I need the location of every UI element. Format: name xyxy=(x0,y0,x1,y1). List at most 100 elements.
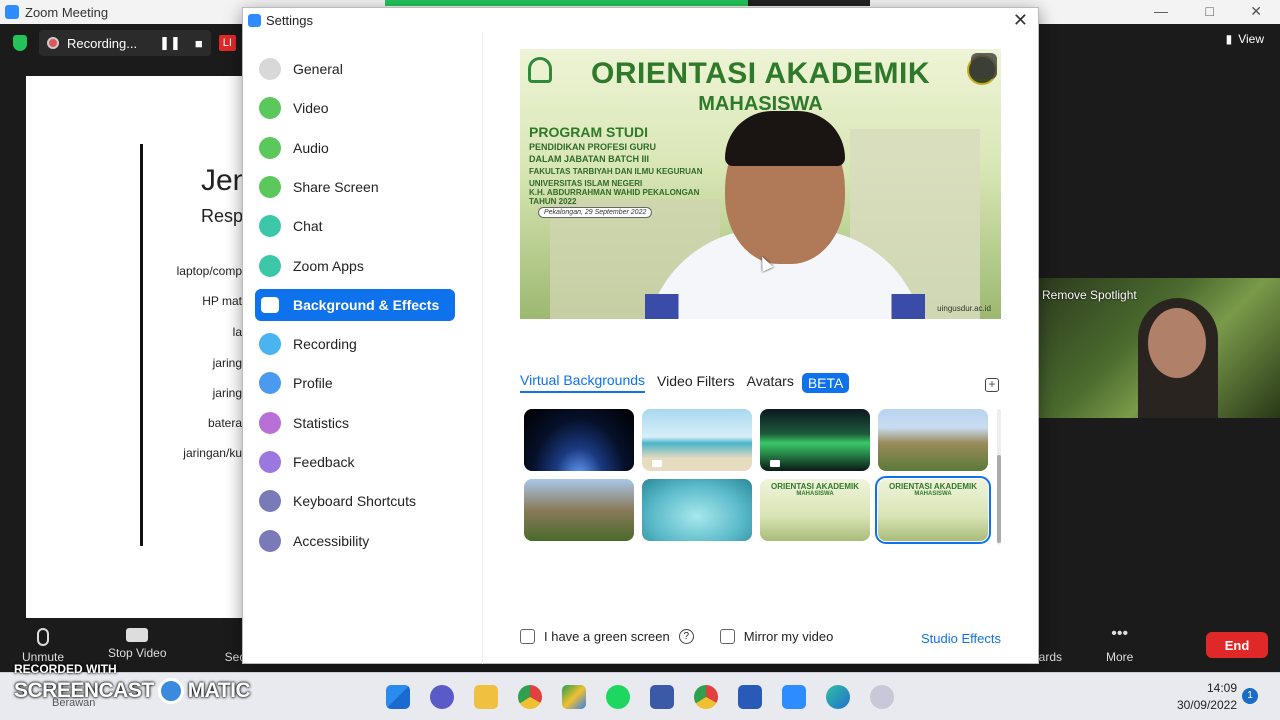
sidebar-item-label: Chat xyxy=(293,218,323,235)
sidebar-item-chat[interactable]: Chat xyxy=(255,210,455,242)
scrollbar-thumb[interactable] xyxy=(997,455,1001,543)
close-window-icon[interactable]: ✕ xyxy=(1250,3,1262,20)
keyboard-icon xyxy=(259,490,281,513)
share-indicator-bar xyxy=(385,0,748,6)
sidebar-item-accessibility[interactable]: Accessibility xyxy=(255,525,455,557)
spotlight-video-tile[interactable]: Remove Spotlight xyxy=(1038,278,1280,418)
sidebar-item-label: Video xyxy=(293,100,329,117)
gear-icon xyxy=(259,58,281,80)
recorded-with-label: RECORDED WITH xyxy=(14,662,117,676)
zoom-app-icon xyxy=(5,5,19,19)
zoom-window-title: Zoom Meeting xyxy=(25,4,109,20)
mirror-video-checkbox[interactable] xyxy=(719,629,735,644)
spotify-icon[interactable] xyxy=(606,685,630,709)
live-badge: LI xyxy=(218,35,236,51)
unmute-button[interactable]: Unmute xyxy=(22,628,64,664)
teams-chat-icon[interactable] xyxy=(430,685,454,709)
sidebar-item-statistics[interactable]: Statistics xyxy=(255,407,455,439)
sidebar-item-label: Feedback xyxy=(293,454,355,470)
sidebar-item-share-screen[interactable]: Share Screen xyxy=(255,171,455,203)
gallery-scrollbar[interactable] xyxy=(997,409,1001,545)
minimize-icon[interactable]: — xyxy=(1154,3,1168,19)
tab-video-filters[interactable]: Video Filters xyxy=(657,373,735,392)
settings-dialog: Settings ✕ General Video Audio Share Screen… xyxy=(242,7,1039,664)
google-drive-icon[interactable] xyxy=(562,685,586,709)
tab-avatars[interactable]: Avatars xyxy=(747,373,794,392)
stop-recording-icon[interactable]: ■ xyxy=(195,36,203,51)
profile-icon xyxy=(259,372,281,395)
tab-virtual-backgrounds[interactable]: Virtual Backgrounds xyxy=(520,372,646,393)
background-options: I have a green screen ? Mirror my video xyxy=(520,629,833,644)
recording-strip: Recording... ❚❚ ■ LI xyxy=(0,24,250,62)
preview-program: PROGRAM STUDI xyxy=(529,124,648,140)
slide-line: jaring xyxy=(212,356,242,370)
preview-title: ORIENTASI AKADEMIK xyxy=(591,57,930,90)
app-icon[interactable] xyxy=(650,685,674,709)
green-screen-label: I have a green screen xyxy=(544,629,670,644)
studio-effects-link[interactable]: Studio Effects xyxy=(921,631,1001,646)
sidebar-item-label: Profile xyxy=(293,375,333,392)
chrome-icon[interactable] xyxy=(518,685,542,709)
screencast-brand: SCREENCAST MATIC xyxy=(14,678,251,704)
background-earth[interactable] xyxy=(524,409,634,471)
record-icon xyxy=(259,333,281,356)
green-screen-checkbox[interactable] xyxy=(520,629,535,644)
share-screen-icon xyxy=(259,175,281,198)
end-meeting-button[interactable]: End xyxy=(1206,632,1268,658)
remove-spotlight-button[interactable]: Remove Spotlight xyxy=(1042,288,1137,302)
background-orientasi-selected[interactable]: ORIENTASI AKADEMIK MAHASISWA xyxy=(875,476,991,544)
word-icon[interactable] xyxy=(738,685,762,709)
mic-muted-icon xyxy=(37,628,50,646)
zoom-taskbar-icon[interactable] xyxy=(782,685,806,709)
stop-video-button[interactable]: Stop Video xyxy=(108,628,167,660)
sidebar-item-label: Share Screen xyxy=(293,178,379,195)
background-orientasi[interactable]: ORIENTASI AKADEMIK MAHASISWA xyxy=(760,479,870,541)
zoom-app-icon xyxy=(248,13,261,27)
sidebar-item-video[interactable]: Video xyxy=(255,92,455,124)
pause-recording-icon[interactable]: ❚❚ xyxy=(159,35,181,51)
sidebar-item-label: General xyxy=(293,61,343,77)
background-beach[interactable] xyxy=(642,409,752,471)
participant-face xyxy=(1148,308,1206,378)
background-campus[interactable] xyxy=(878,409,988,471)
settings-titlebar: Settings xyxy=(243,8,1038,32)
brand-right: MATIC xyxy=(187,679,251,702)
background-aurora[interactable] xyxy=(760,409,870,471)
sidebar-item-zoom-apps[interactable]: Zoom Apps xyxy=(255,250,455,282)
help-icon[interactable]: ? xyxy=(678,629,694,644)
sidebar-item-background-effects[interactable]: Background & Effects xyxy=(255,288,455,321)
close-icon[interactable]: ✕ xyxy=(1013,10,1028,31)
edge-icon[interactable] xyxy=(826,685,850,709)
sidebar-item-profile[interactable]: Profile xyxy=(255,367,455,399)
slide-line: HP mat xyxy=(202,294,242,308)
notification-badge[interactable]: 1 xyxy=(1242,688,1258,704)
screencast-icon[interactable] xyxy=(870,685,894,709)
maximize-icon[interactable]: □ xyxy=(1206,3,1214,19)
settings-title: Settings xyxy=(266,12,313,28)
sidebar-item-label: Keyboard Shortcuts xyxy=(293,493,416,510)
windows-start-icon[interactable] xyxy=(386,685,410,709)
more-button[interactable]: ••• More xyxy=(1106,626,1133,665)
clock-time[interactable]: 14:09 xyxy=(1207,681,1237,695)
background-underwater[interactable] xyxy=(642,479,752,541)
view-button[interactable]: ▮ View xyxy=(1226,32,1264,46)
add-background-icon[interactable]: + xyxy=(985,378,999,392)
chrome-profile-icon[interactable] xyxy=(694,685,718,709)
sidebar-item-general[interactable]: General xyxy=(255,53,455,85)
preview-url: uingusdur.ac.id xyxy=(937,304,991,313)
sidebar-item-keyboard-shortcuts[interactable]: Keyboard Shortcuts xyxy=(255,485,455,517)
sidebar-item-audio[interactable]: Audio xyxy=(255,132,455,164)
slide-divider xyxy=(140,144,143,546)
background-campus-person[interactable] xyxy=(524,479,634,541)
video-background-icon xyxy=(652,460,662,467)
file-explorer-icon[interactable] xyxy=(474,685,498,709)
sidebar-item-feedback[interactable]: Feedback xyxy=(255,446,455,478)
slide-line: la xyxy=(232,325,242,339)
recording-dot-icon xyxy=(47,37,59,49)
slide-line: jaring xyxy=(212,386,242,400)
preview-line: PENDIDIKAN PROFESI GURU xyxy=(529,142,657,152)
sidebar-item-recording[interactable]: Recording xyxy=(255,328,455,360)
clock-date[interactable]: 30/09/2022 xyxy=(1177,698,1237,712)
preview-date: Pekalongan, 29 September 2022 xyxy=(538,207,653,218)
preview-line: FAKULTAS TARBIYAH DAN ILMU KEGURUAN xyxy=(529,167,703,176)
